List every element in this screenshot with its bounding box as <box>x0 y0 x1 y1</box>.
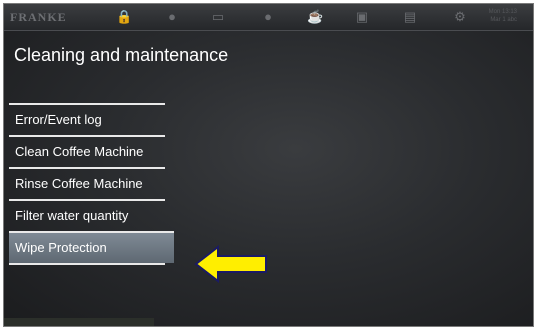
touchscreen-display: FRANKE 🔒 ● ▭ ● ☕ ▣ ▤ ⚙ Mon 13:13 Mar 1 a… <box>3 3 534 327</box>
top-toolbar: FRANKE 🔒 ● ▭ ● ☕ ▣ ▤ ⚙ Mon 13:13 Mar 1 a… <box>4 4 533 31</box>
menu-item-label: Error/Event log <box>15 112 102 127</box>
document-icon[interactable]: ▤ <box>402 9 418 25</box>
menu-item-label: Rinse Coffee Machine <box>15 176 143 191</box>
brand-logo: FRANKE <box>10 10 67 24</box>
coffee-cup-icon[interactable]: ☕ <box>307 9 323 25</box>
date-text: Mar 1 abc <box>490 17 517 23</box>
water-drop-icon[interactable]: ● <box>260 9 276 25</box>
menu-item-filter-water-quantity[interactable]: Filter water quantity <box>9 199 165 231</box>
footer-strip <box>4 318 154 326</box>
pointer-arrow-annotation <box>194 244 267 284</box>
menu-divider <box>9 263 165 265</box>
menu-item-wipe-protection[interactable]: Wipe Protection <box>9 231 174 263</box>
milk-icon[interactable]: ▭ <box>210 9 226 25</box>
maintenance-menu: Error/Event log Clean Coffee Machine Rin… <box>9 103 174 265</box>
menu-item-error-event-log[interactable]: Error/Event log <box>9 103 165 135</box>
page-title: Cleaning and maintenance <box>14 45 229 65</box>
lock-icon[interactable]: 🔒 <box>116 9 132 25</box>
menu-item-clean-coffee-machine[interactable]: Clean Coffee Machine <box>9 135 165 167</box>
wrench-icon[interactable]: ⚙ <box>452 9 468 25</box>
coffee-bean-icon[interactable]: ● <box>164 9 180 25</box>
menu-item-label: Clean Coffee Machine <box>15 144 144 159</box>
date-time-readout: Mon 13:13 Mar 1 abc <box>487 8 517 24</box>
menu-item-label: Wipe Protection <box>15 240 107 255</box>
menu-item-rinse-coffee-machine[interactable]: Rinse Coffee Machine <box>9 167 165 199</box>
menu-item-label: Filter water quantity <box>15 208 129 223</box>
time-text: Mon 13:13 <box>488 9 517 15</box>
machine-icon[interactable]: ▣ <box>354 9 370 25</box>
